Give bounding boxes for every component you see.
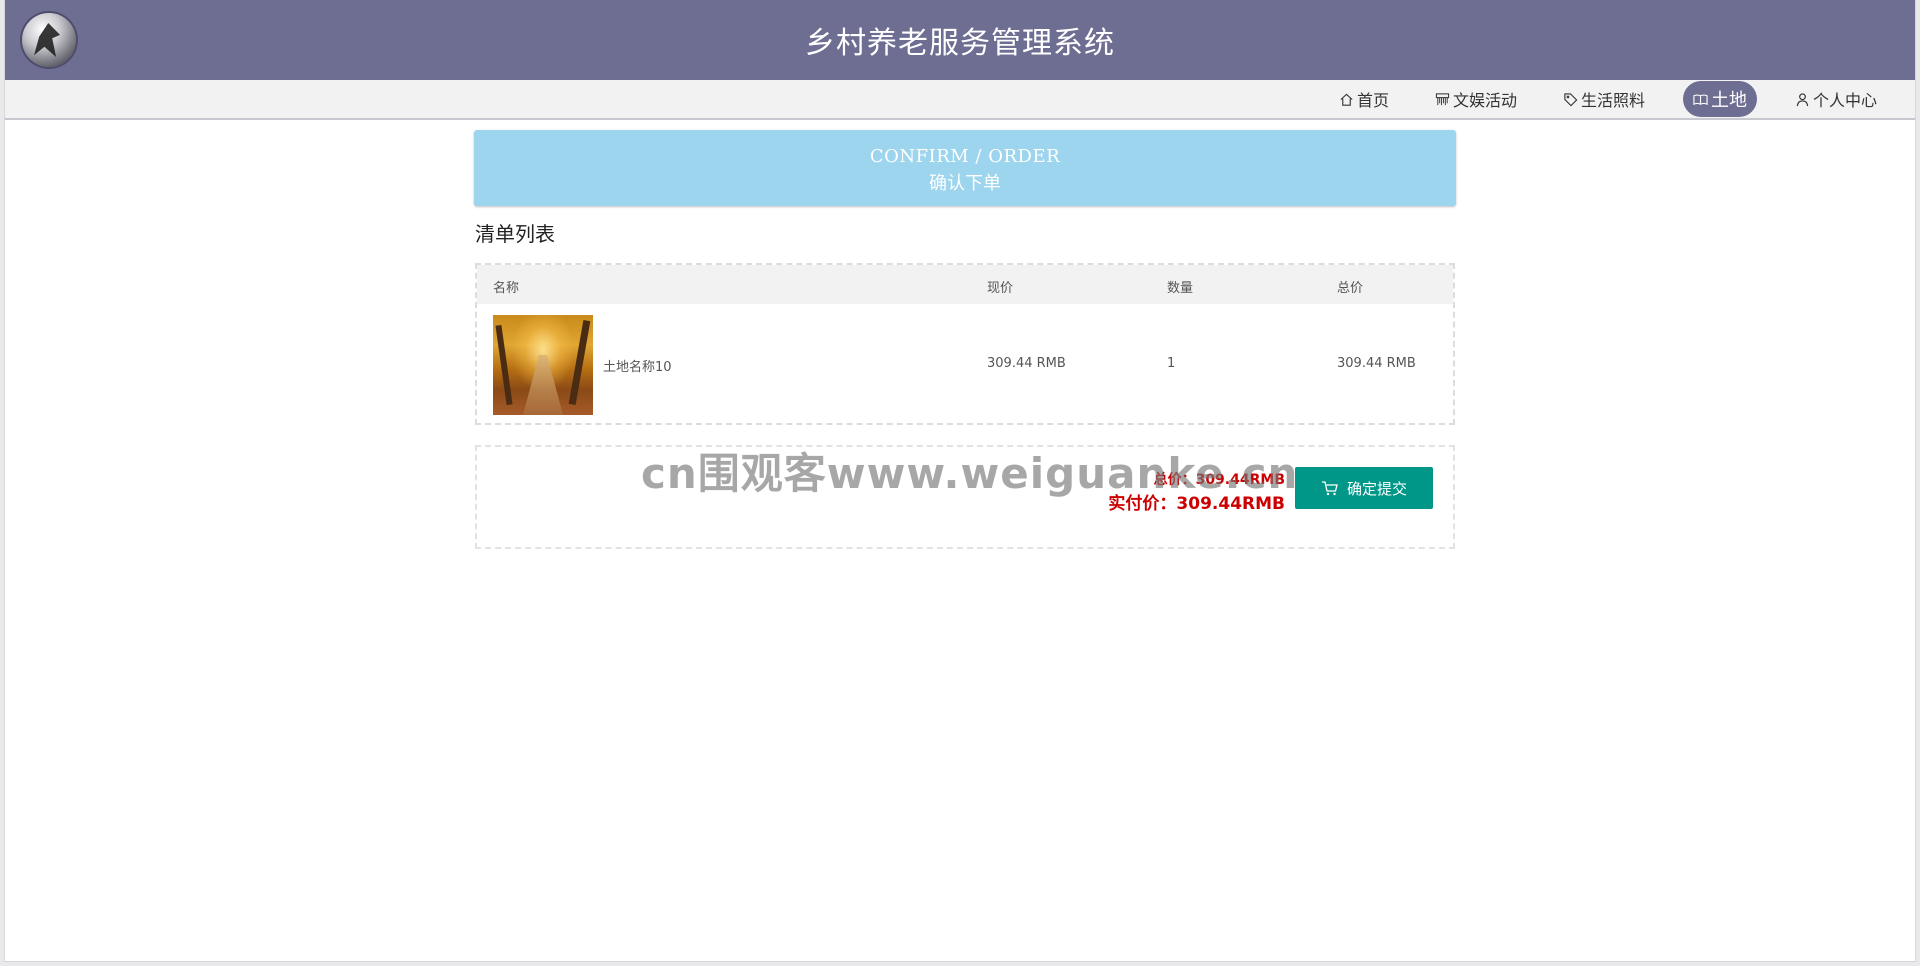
nav-item-home[interactable]: 首页 [1331, 83, 1397, 115]
thumbnail-tree [495, 324, 513, 406]
product-price: 309.44 RMB [987, 356, 1066, 371]
cart-icon [1321, 481, 1338, 496]
nav-item-label: 生活照料 [1580, 91, 1645, 110]
banner-title-en: CONFIRM / ORDER [869, 146, 1061, 167]
app-title: 乡村养老服务管理系统 [805, 26, 1115, 61]
app-window: 乡村养老服务管理系统 首页 文娱活动 生活照料 土地 个人中心 CONFIRM … [4, 0, 1916, 962]
paid-price: 实付价：309.44RMB [1108, 494, 1285, 514]
nav-item-land[interactable]: 土地 [1682, 81, 1757, 117]
nav-list: 首页 文娱活动 生活照料 土地 个人中心 [1301, 80, 1885, 118]
grid-icon [1435, 92, 1450, 105]
nav-item-life-care[interactable]: 生活照料 [1555, 83, 1653, 115]
column-header-quantity: 数量 [1167, 281, 1194, 296]
nav-item-entertainment[interactable]: 文娱活动 [1427, 83, 1525, 115]
nav-item-label: 首页 [1356, 91, 1389, 110]
order-table: 名称 现价 数量 总价 土地名称10 309.44 RMB 1 309.44 R… [475, 263, 1455, 425]
column-header-name: 名称 [493, 281, 520, 296]
nav-item-label: 土地 [1710, 90, 1747, 111]
product-thumbnail[interactable] [493, 315, 593, 415]
top-header: 乡村养老服务管理系统 [5, 0, 1915, 80]
thumbnail-tree [568, 320, 591, 405]
section-title: 清单列表 [475, 222, 555, 246]
nav-item-label: 文娱活动 [1452, 91, 1517, 110]
banner-title-cn: 确认下单 [929, 173, 1001, 194]
total-price: 总价：309.44RMB [1153, 472, 1285, 488]
product-name[interactable]: 土地名称10 [603, 356, 672, 375]
column-header-price: 现价 [987, 281, 1014, 296]
column-header-total: 总价 [1337, 281, 1364, 296]
tag-icon [1564, 92, 1578, 106]
product-quantity: 1 [1167, 356, 1176, 371]
confirm-order-banner: CONFIRM / ORDER 确认下单 [474, 130, 1456, 206]
confirm-submit-button[interactable]: 确定提交 [1295, 467, 1433, 509]
nav-bar: 首页 文娱活动 生活照料 土地 个人中心 [5, 80, 1915, 120]
nav-item-label: 个人中心 [1812, 91, 1877, 110]
home-icon [1340, 93, 1353, 106]
user-icon [1796, 92, 1809, 106]
book-icon [1693, 93, 1708, 105]
product-total: 309.44 RMB [1337, 356, 1416, 371]
order-summary: 总价：309.44RMB 实付价：309.44RMB 确定提交 [475, 445, 1455, 549]
table-header: 名称 现价 数量 总价 [477, 265, 1453, 304]
thumbnail-road [523, 355, 563, 415]
submit-label: 确定提交 [1346, 479, 1407, 498]
nav-item-profile[interactable]: 个人中心 [1787, 83, 1885, 115]
